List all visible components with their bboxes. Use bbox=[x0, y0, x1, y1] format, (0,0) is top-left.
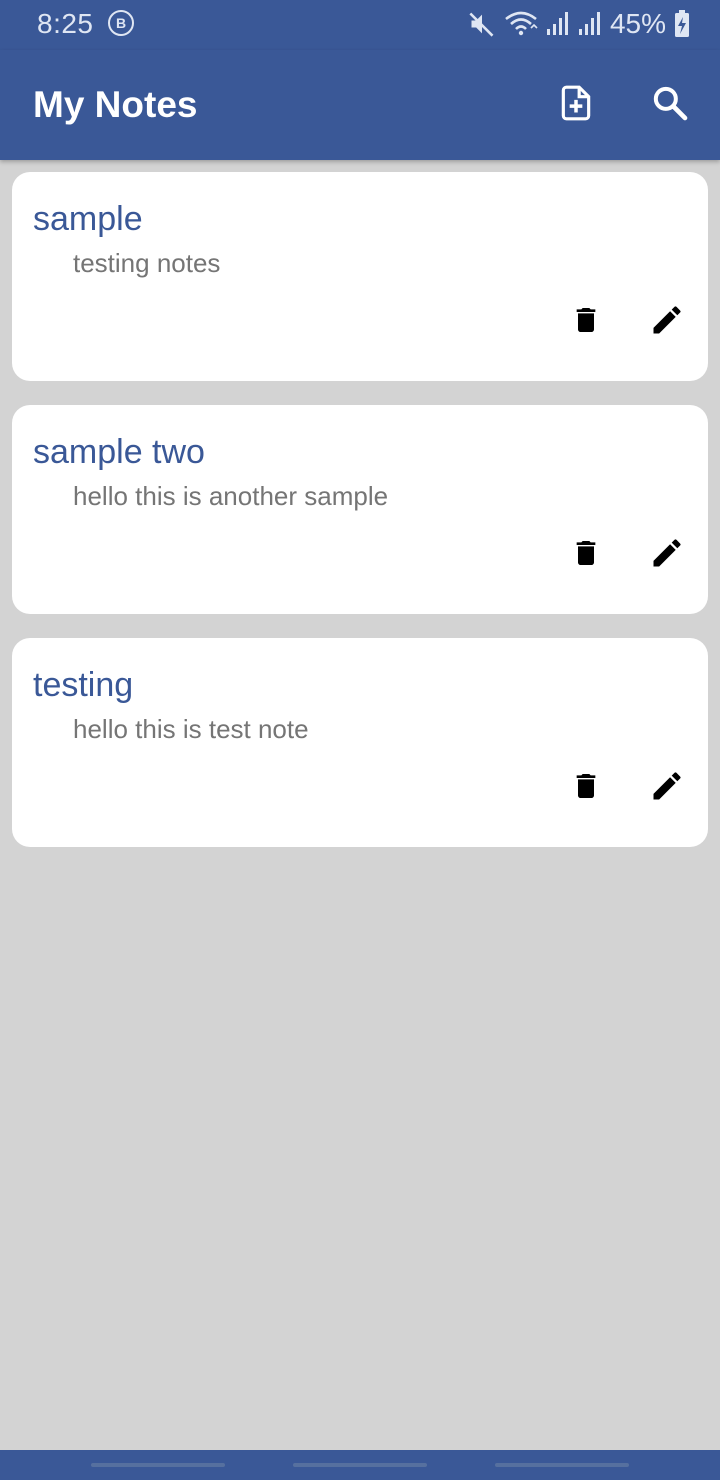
edit-note-button[interactable] bbox=[647, 533, 687, 573]
delete-icon bbox=[576, 541, 596, 565]
edit-icon bbox=[653, 306, 681, 334]
search-icon bbox=[653, 86, 688, 121]
notification-badge-icon: B bbox=[108, 10, 134, 36]
note-card[interactable]: sample two hello this is another sample bbox=[12, 405, 708, 614]
battery-percent: 45% bbox=[609, 8, 666, 39]
nav-recents-handle[interactable] bbox=[91, 1463, 225, 1467]
signal-icon bbox=[578, 12, 600, 35]
delete-icon bbox=[576, 774, 596, 798]
add-note-icon bbox=[561, 85, 591, 121]
edit-note-button[interactable] bbox=[647, 766, 687, 806]
delete-icon bbox=[576, 308, 596, 332]
notes-list: sample testing notes sample two hello th… bbox=[12, 172, 708, 871]
note-body: hello this is test note bbox=[73, 714, 309, 744]
app-bar: My Notes bbox=[0, 50, 720, 160]
search-button[interactable] bbox=[648, 81, 692, 125]
battery-charging-icon bbox=[675, 10, 689, 37]
status-icons: 45% bbox=[468, 6, 690, 42]
note-title: sample two bbox=[33, 433, 205, 471]
edit-note-button[interactable] bbox=[647, 300, 687, 340]
edit-icon bbox=[653, 772, 681, 800]
nav-home-handle[interactable] bbox=[293, 1463, 427, 1467]
add-note-button[interactable] bbox=[554, 81, 598, 125]
mute-icon bbox=[469, 12, 494, 37]
signal-icon bbox=[546, 12, 568, 35]
wifi-icon bbox=[505, 11, 538, 36]
nav-back-handle[interactable] bbox=[495, 1463, 629, 1467]
page-title: My Notes bbox=[33, 84, 198, 125]
note-body: hello this is another sample bbox=[73, 481, 389, 511]
edit-icon bbox=[653, 539, 681, 567]
note-title: sample bbox=[33, 200, 143, 238]
delete-note-button[interactable] bbox=[566, 300, 606, 340]
note-card[interactable]: sample testing notes bbox=[12, 172, 708, 381]
status-time: 8:25 bbox=[37, 8, 94, 39]
note-card[interactable]: testing hello this is test note bbox=[12, 638, 708, 847]
status-bar: 8:25 B 45% bbox=[0, 0, 720, 50]
system-nav-bar bbox=[0, 1450, 720, 1480]
delete-note-button[interactable] bbox=[566, 533, 606, 573]
note-body: testing notes bbox=[73, 248, 221, 278]
delete-note-button[interactable] bbox=[566, 766, 606, 806]
note-title: testing bbox=[33, 666, 134, 704]
